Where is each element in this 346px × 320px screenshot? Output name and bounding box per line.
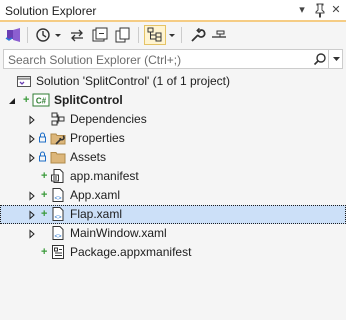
svg-text:<>: <>: [54, 215, 62, 221]
collapsed-arrow-icon[interactable]: [27, 152, 37, 163]
wrench-icon[interactable]: [187, 25, 207, 45]
lock-status-icon: [38, 130, 48, 146]
manifest-icon: [50, 168, 66, 184]
collapse-icon[interactable]: [90, 25, 110, 45]
preview-icon[interactable]: [209, 25, 229, 45]
csharp-project-icon: C#: [32, 92, 50, 108]
tree-item-label: app.manifest: [70, 169, 139, 183]
tree-item-label: Solution 'SplitControl' (1 of 1 project): [36, 74, 231, 88]
tree-item-package-appxmanifest[interactable]: + Package.appxmanifest: [0, 243, 346, 262]
tree-item-label: Package.appxmanifest: [70, 245, 192, 259]
folder-icon: [50, 149, 66, 165]
tree-item-solution[interactable]: Solution 'SplitControl' (1 of 1 project): [0, 72, 346, 91]
tree-item-label: SplitControl: [54, 93, 123, 107]
collapsed-arrow-icon[interactable]: [27, 209, 37, 220]
tree-item-flap-xaml[interactable]: + <> Flap.xaml: [0, 205, 346, 224]
dropdown-icon[interactable]: [53, 25, 63, 45]
svg-text:<>: <>: [54, 234, 62, 240]
vs-icon[interactable]: [4, 25, 24, 45]
toolbar: [0, 22, 346, 48]
dropdown-icon[interactable]: [167, 25, 177, 45]
tree-item-label: Dependencies: [70, 112, 147, 126]
title-bar: Solution Explorer ▾ ✕: [0, 0, 346, 22]
tree-item-label: MainWindow.xaml: [70, 226, 167, 240]
svg-text:<>: <>: [54, 196, 62, 202]
close-icon[interactable]: ✕: [328, 2, 344, 18]
pin-icon[interactable]: [312, 2, 328, 18]
window-options-dropdown[interactable]: ▾: [294, 2, 310, 18]
collapsed-arrow-icon[interactable]: [27, 133, 37, 144]
tree-item-label: App.xaml: [70, 188, 121, 202]
tree-item-app-manifest[interactable]: + app.manifest: [0, 167, 346, 186]
xaml-icon: <>: [50, 206, 66, 222]
collapsed-arrow-icon[interactable]: [27, 190, 37, 201]
tree-item-dependencies[interactable]: Dependencies: [0, 110, 346, 129]
tree-item-project[interactable]: + C# SplitControl: [0, 91, 346, 110]
properties-icon: [50, 130, 66, 146]
lock-status-icon: [38, 149, 48, 165]
collapsed-arrow-icon[interactable]: [27, 228, 37, 239]
search-box: [3, 49, 343, 69]
search-options-dropdown[interactable]: [328, 50, 343, 68]
collapsed-arrow-icon[interactable]: [27, 114, 37, 125]
window-title: Solution Explorer: [5, 4, 97, 18]
svg-text:C#: C#: [36, 97, 47, 106]
dependencies-icon: [50, 111, 66, 127]
search-icon[interactable]: [313, 52, 327, 69]
solution-icon: [16, 73, 32, 89]
tree-item-properties[interactable]: Properties: [0, 129, 346, 148]
search-input[interactable]: [8, 52, 308, 67]
copy-icon[interactable]: [113, 25, 133, 45]
history-icon[interactable]: [33, 25, 53, 45]
expanded-arrow-icon[interactable]: [7, 95, 17, 105]
tree-item-label: Properties: [70, 131, 125, 145]
sync-icon[interactable]: [67, 25, 87, 45]
appxmanifest-icon: [50, 244, 66, 260]
xaml-icon: <>: [50, 225, 66, 241]
tree-item-app-xaml[interactable]: + <> App.xaml: [0, 186, 346, 205]
tree-item-mainwindow-xaml[interactable]: <> MainWindow.xaml: [0, 224, 346, 243]
file-nesting-icon[interactable]: [144, 25, 166, 45]
tree-item-label: Flap.xaml: [70, 207, 123, 221]
tree-item-label: Assets: [70, 150, 107, 164]
tree-item-assets[interactable]: Assets: [0, 148, 346, 167]
xaml-icon: <>: [50, 187, 66, 203]
